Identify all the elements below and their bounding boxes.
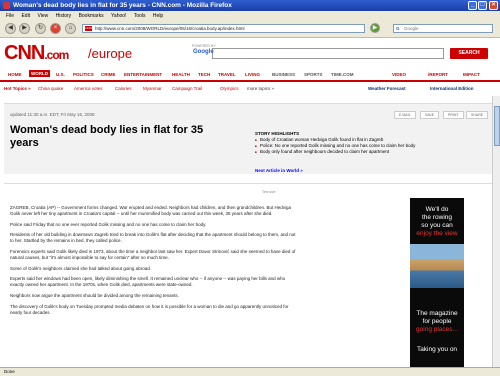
- window-titlebar: Woman's dead body lies in flat for 35 ye…: [0, 0, 500, 11]
- maximize-button[interactable]: □: [478, 1, 487, 10]
- article-paragraph: ZAGREB, Croatia (AP) -- Government forms…: [10, 205, 291, 216]
- search-button[interactable]: SEARCH: [450, 48, 488, 59]
- url-text: http://www.cnn.com/2008/WORLD/europe/05/…: [95, 26, 245, 31]
- international-edition-link[interactable]: International Edition: [430, 86, 474, 91]
- updated-timestamp: updated 11:30 a.m. EDT, Fri May 16, 2008: [10, 112, 95, 117]
- menu-tools[interactable]: Tools: [134, 13, 146, 19]
- forward-icon[interactable]: ▶: [19, 23, 30, 34]
- menu-edit[interactable]: Edit: [21, 13, 30, 19]
- print-button[interactable]: PRINT: [443, 111, 464, 119]
- hot-topic-link[interactable]: Calories: [115, 86, 132, 91]
- article-paragraph: Residents of her old building in downtow…: [10, 232, 296, 244]
- ad-headline: We'll do the rowing so you can enjoy the…: [416, 206, 458, 237]
- cnn-logo[interactable]: CNN.com: [4, 42, 69, 65]
- menu-help[interactable]: Help: [153, 13, 163, 19]
- email-button[interactable]: E-MAIL: [394, 111, 416, 119]
- weather-forecast-link[interactable]: Weather Forecast: [368, 86, 406, 91]
- ad-footer: Taking you on: [416, 346, 458, 353]
- hot-topic-link[interactable]: America votes: [74, 86, 103, 91]
- section-video[interactable]: VIDEO: [392, 72, 406, 77]
- highlight-item: Body only found after neighbours decided…: [255, 149, 490, 155]
- hot-topic-link[interactable]: Myanmar: [143, 86, 162, 91]
- story-highlights: STORY HIGHLIGHTS Body of Croatian woman …: [255, 131, 490, 155]
- hot-topics-label: Hot Topics »: [4, 86, 31, 91]
- section-home[interactable]: HOME: [8, 72, 22, 77]
- menu-bookmarks[interactable]: Bookmarks: [79, 13, 104, 19]
- section-world[interactable]: WORLD: [29, 70, 50, 77]
- reload-icon[interactable]: ↻: [35, 23, 46, 34]
- edition-label: /europe: [88, 46, 133, 61]
- back-icon[interactable]: ◀: [5, 23, 16, 34]
- section-nav: HOME WORLD U.S. POLITICS CRIME ENTERTAIN…: [0, 70, 500, 82]
- section-politics[interactable]: POLITICS: [73, 72, 94, 77]
- home-icon[interactable]: ⌂: [65, 23, 76, 34]
- article-paragraph: Forensics experts said Golik likely died…: [10, 248, 296, 260]
- google-search-engine-icon: G: [396, 26, 400, 31]
- hot-topic-link[interactable]: China quake: [38, 86, 63, 91]
- article-paragraph: Police said Friday that no one ever repo…: [10, 221, 207, 227]
- ad-tagline: The magazine for people going places...: [416, 310, 458, 333]
- article-body: ZAGREB, Croatia (AP) -- Government forms…: [10, 205, 300, 320]
- scrollbar-thumb[interactable]: [494, 106, 500, 146]
- share-button[interactable]: SHARE: [466, 111, 489, 119]
- section-crime[interactable]: CRIME: [101, 72, 116, 77]
- site-search-input[interactable]: POWERED BY Google: [192, 44, 444, 59]
- section-sports[interactable]: SPORTS: [304, 72, 323, 77]
- firefox-icon: [3, 2, 10, 9]
- section-travel[interactable]: TRAVEL: [218, 72, 236, 77]
- menu-view[interactable]: View: [37, 13, 48, 19]
- stop-icon[interactable]: ×: [50, 23, 61, 34]
- go-icon[interactable]: ▶: [370, 23, 380, 33]
- section-ireport[interactable]: iREPORT: [428, 72, 448, 77]
- site-favicon: CNN: [85, 26, 92, 31]
- section-living[interactable]: LIVING: [245, 72, 260, 77]
- page-title: Woman's dead body lies in flat for 35 ye…: [10, 124, 204, 149]
- hot-topic-link[interactable]: Campaign Trail: [172, 86, 202, 91]
- minimize-button[interactable]: _: [468, 1, 477, 10]
- hot-topic-link[interactable]: Olympics: [220, 86, 239, 91]
- article-paragraph: Experts said her windows had been open, …: [10, 276, 286, 288]
- google-label: Google: [193, 49, 214, 55]
- powered-by-label: POWERED BY: [192, 44, 216, 48]
- article-paragraph: Some of Golik's neighbors claimed she ha…: [10, 265, 151, 271]
- menu-bar: File Edit View History Bookmarks Yahoo! …: [0, 11, 500, 20]
- save-button[interactable]: SAVE: [420, 111, 440, 119]
- section-impact[interactable]: IMPACT: [463, 72, 480, 77]
- navigation-toolbar: ◀ ▶ ↻ × ⌂ CNN http://www.cnn.com/2008/WO…: [0, 20, 500, 38]
- ad-harbor-image: [410, 244, 464, 288]
- section-us[interactable]: U.S.: [56, 72, 65, 77]
- next-article-link[interactable]: Next Article in World »: [255, 168, 303, 173]
- status-text: Done: [4, 369, 15, 374]
- text-size-control[interactable]: Text size: [262, 190, 276, 194]
- window-title: Woman's dead body lies in flat for 35 ye…: [13, 2, 232, 9]
- menu-yahoo[interactable]: Yahoo!: [111, 13, 126, 19]
- advertisement[interactable]: We'll do the rowing so you can enjoy the…: [410, 198, 464, 368]
- search-input[interactable]: G Google: [393, 24, 493, 33]
- menu-history[interactable]: History: [56, 13, 72, 19]
- close-button[interactable]: ×: [489, 1, 498, 10]
- search-placeholder: Google: [404, 26, 419, 31]
- article-paragraph: Neighbors now argue the apartment should…: [10, 292, 179, 298]
- more-topics-link[interactable]: more topics »: [247, 86, 274, 91]
- article-paragraph: The discovery of Golik's body on Tuesday…: [10, 303, 289, 315]
- page-scrollbar[interactable]: [492, 96, 500, 367]
- section-entertainment[interactable]: ENTERTAINMENT: [124, 72, 162, 77]
- hot-topics-bar: Hot Topics » China quake America votes C…: [0, 84, 500, 93]
- section-business[interactable]: BUSINESS: [272, 72, 295, 77]
- section-tech[interactable]: TECH: [198, 72, 210, 77]
- menu-file[interactable]: File: [6, 13, 14, 19]
- url-bar[interactable]: CNN http://www.cnn.com/2008/WORLD/europe…: [82, 24, 365, 33]
- section-timecom[interactable]: TIME.COM: [331, 72, 354, 77]
- section-health[interactable]: HEALTH: [172, 72, 190, 77]
